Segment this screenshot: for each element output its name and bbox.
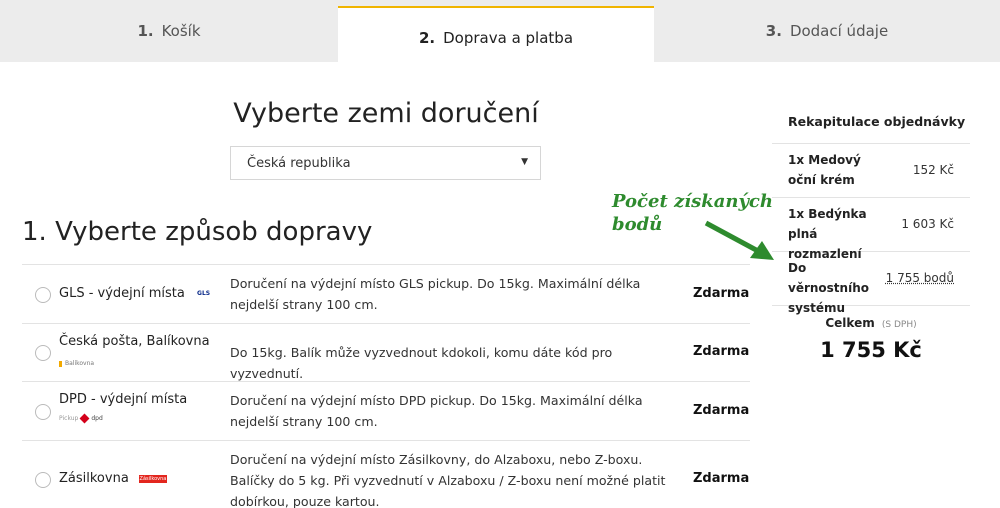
shipping-option-name: GLS - výdejní místa GLS xyxy=(59,286,210,301)
shipping-option-price: Zdarma xyxy=(693,286,750,301)
balikovna-logo-icon: Balíkovna xyxy=(59,360,94,367)
shipping-option-gls[interactable]: GLS - výdejní místa GLS Doručení na výde… xyxy=(22,264,750,323)
total-label-text: Celkem xyxy=(825,316,875,330)
shipping-option-name-text: GLS - výdejní místa xyxy=(59,286,185,301)
step-cart-number: 1. xyxy=(137,22,154,40)
order-summary-title: Rekapitulace objednávky xyxy=(772,98,970,144)
total-vat-note: (S DPH) xyxy=(881,320,917,330)
shipping-option-name: Česká pošta, Balíkovna xyxy=(59,334,210,349)
step-delivery-label: Dodací údaje xyxy=(789,22,889,40)
step-shipping-number: 2. xyxy=(418,29,436,47)
shipping-radio-gls[interactable] xyxy=(35,287,51,303)
shipping-option-name: Zásilkovna Zásilkovna xyxy=(59,471,167,486)
shipping-option-description: Doručení na výdejní místo GLS pickup. Do… xyxy=(230,276,641,312)
total-label: Celkem (S DPH) xyxy=(772,316,970,330)
shipping-option-description: Doručení na výdejní místo Zásilkovny, do… xyxy=(230,452,666,508)
shipping-option-name-text: Zásilkovna xyxy=(59,471,129,486)
loyalty-points-link[interactable]: 1 755 bodů xyxy=(886,271,954,285)
shipping-option-dpd[interactable]: DPD - výdejní místa Pickup dpd Doručení … xyxy=(22,381,750,440)
balikovna-logo-text: Balíkovna xyxy=(65,360,95,367)
summary-loyalty-label: Do věrnostního systému xyxy=(788,261,869,315)
checkout-steps: 1. Košík 2. Doprava a platba 3. Dodací ú… xyxy=(0,0,1000,68)
shipping-option-description: Doručení na výdejní místo DPD pickup. Do… xyxy=(230,393,643,429)
dpd-logo-icon: Pickup dpd xyxy=(59,413,103,424)
summary-item: 1x Bedýnka plná rozmazlení 1 603 Kč xyxy=(772,198,970,261)
annotation-arrow-icon xyxy=(704,220,774,260)
total-price: 1 755 Kč xyxy=(820,338,922,362)
zasilkovna-logo-icon: Zásilkovna xyxy=(138,474,167,483)
summary-item-value: 1 603 Kč xyxy=(901,217,954,231)
shipping-option-price: Zdarma xyxy=(693,344,750,359)
dpd-logo-text: dpd xyxy=(91,415,103,422)
shipping-option-zasilkovna[interactable]: Zásilkovna Zásilkovna Doručení na výdejn… xyxy=(22,440,750,508)
step-cart[interactable]: 1. Košík xyxy=(0,0,338,62)
country-heading: Vyberte zemi doručení xyxy=(233,98,539,129)
shipping-radio-dpd[interactable] xyxy=(35,404,51,420)
step-shipping-label: Doprava a platba xyxy=(443,29,574,47)
dpd-pickup-text: Pickup xyxy=(59,415,79,422)
shipping-heading: 1. Vyberte způsob dopravy xyxy=(22,217,373,247)
step-shipping-payment[interactable]: 2. Doprava a platba xyxy=(338,6,654,68)
step-delivery-details[interactable]: 3. Dodací údaje xyxy=(654,0,1000,62)
summary-item-value: 152 Kč xyxy=(912,163,954,177)
chevron-down-icon: ▼ xyxy=(521,157,528,167)
summary-item: 1x Medový oční krém 152 Kč xyxy=(772,144,970,198)
country-select-value: Česká republika xyxy=(247,155,351,171)
summary-loyalty-points: Do věrnostního systému 1 755 bodů xyxy=(772,252,970,315)
step-cart-label: Košík xyxy=(161,22,201,40)
shipping-radio-zasilkovna[interactable] xyxy=(35,472,51,488)
dpd-cube-icon xyxy=(79,413,90,424)
order-summary: Rekapitulace objednávky 1x Medový oční k… xyxy=(772,98,970,315)
shipping-option-price: Zdarma xyxy=(693,471,750,486)
country-select[interactable]: Česká republika ▼ xyxy=(230,146,541,180)
shipping-option-price: Zdarma xyxy=(693,403,750,418)
step-delivery-number: 3. xyxy=(765,22,782,40)
shipping-option-description: Do 15kg. Balík může vyzvednout kdokoli, … xyxy=(230,345,613,381)
summary-item-label: 1x Medový oční krém xyxy=(788,153,861,187)
shipping-radio-balikovna[interactable] xyxy=(35,345,51,361)
shipping-option-name: DPD - výdejní místa xyxy=(59,392,188,407)
shipping-option-balikovna[interactable]: Česká pošta, Balíkovna Balíkovna Do 15kg… xyxy=(22,323,750,381)
shipping-options-list: GLS - výdejní místa GLS Doručení na výde… xyxy=(22,264,750,508)
gls-logo-icon: GLS xyxy=(197,290,211,297)
